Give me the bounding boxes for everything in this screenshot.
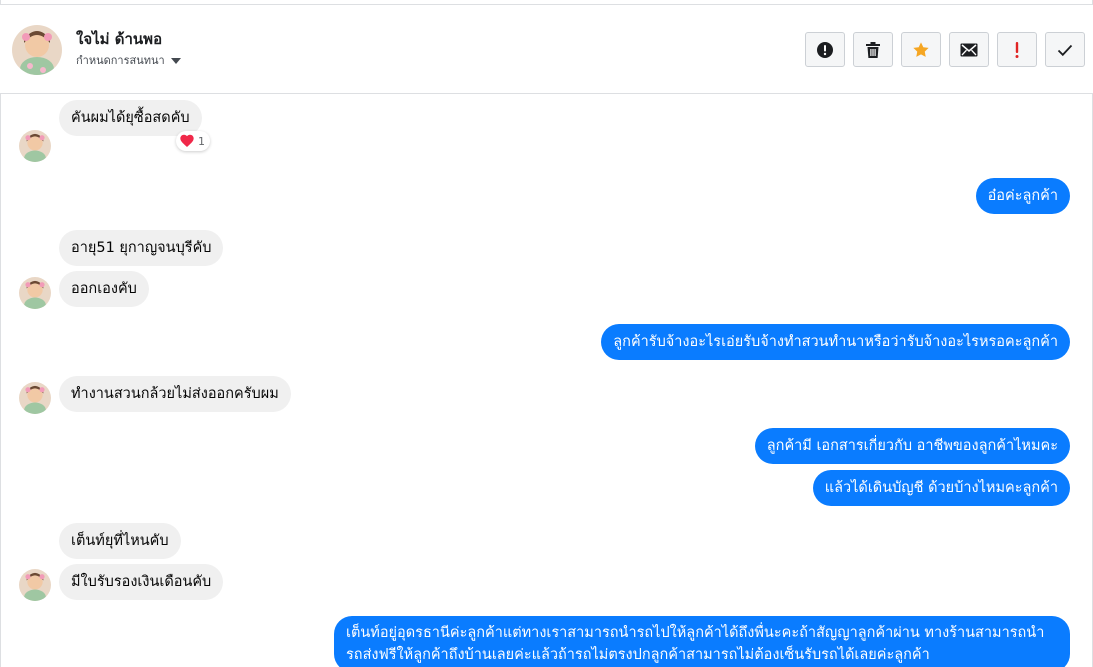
incoming-message[interactable]: เต็นท์ยุที่ไหนคับ: [59, 523, 181, 559]
message-text: คันผมได้ยุซื้อสดคับ: [71, 110, 190, 126]
message-text: มีใบรับรองเงินเดือนคับ: [71, 574, 212, 590]
outgoing-message[interactable]: แล้วได้เดินบัญชี ด้วยบ้างไหมคะลูกค้า: [812, 470, 1070, 506]
customer-avatar[interactable]: [19, 382, 51, 414]
outgoing-message[interactable]: เต็นท์อยู่อุดรธานีค่ะลูกค้าแต่ทางเราสามา…: [334, 616, 1070, 667]
message-text: เต็นท์ยุที่ไหนคับ: [71, 533, 169, 549]
star-button[interactable]: [901, 32, 941, 67]
contact-avatar[interactable]: [12, 25, 62, 75]
reaction-count: 1: [198, 134, 205, 148]
conversation-header: ใจไม่ ด้านพอ กำหนดการสนทนา: [0, 5, 1093, 94]
outgoing-message[interactable]: ลูกค้ามี เอกสารเกี่ยวกับ อาชีพของลูกค้าไ…: [754, 428, 1070, 464]
outgoing-message[interactable]: อ๋อค่ะลูกค้า: [975, 178, 1070, 214]
message-text: อ๋อค่ะลูกค้า: [987, 188, 1058, 204]
mark-done-button[interactable]: [1045, 32, 1085, 67]
message-reaction[interactable]: 1: [176, 131, 210, 151]
alert-circle-icon: [817, 41, 833, 58]
caret-down-icon: [170, 57, 181, 64]
incoming-message[interactable]: ทำงานสวนกล้วยไม่ส่งออกครับผม: [59, 376, 291, 412]
incoming-message[interactable]: มีใบรับรองเงินเดือนคับ: [59, 564, 224, 600]
follow-up-button[interactable]: [997, 32, 1037, 67]
trash-icon: [866, 41, 880, 58]
message-text: อายุ51 ยุกาญจนบุรีคับ: [71, 240, 212, 256]
outgoing-message[interactable]: ลูกค้ารับจ้างอะไรเอ่ยรับจ้างทำสวนทำนาหรื…: [601, 324, 1070, 360]
header-actions: [805, 32, 1085, 67]
incoming-message[interactable]: อายุ51 ยุกาญจนบุรีคับ: [59, 230, 224, 266]
incoming-message[interactable]: ออกเองคับ: [59, 271, 149, 307]
exclamation-icon: [1015, 41, 1019, 58]
assign-conversation-dropdown[interactable]: กำหนดการสนทนา: [76, 51, 181, 69]
message-text: ลูกค้ารับจ้างอะไรเอ่ยรับจ้างทำสวนทำนาหรื…: [613, 334, 1058, 350]
assign-label: กำหนดการสนทนา: [76, 54, 165, 67]
customer-avatar[interactable]: [19, 130, 51, 162]
customer-avatar[interactable]: [19, 277, 51, 309]
customer-avatar[interactable]: [19, 569, 51, 601]
message-text: เต็นท์อยู่อุดรธานีค่ะลูกค้าแต่ทางเราสามา…: [346, 625, 1045, 663]
message-text: ออกเองคับ: [71, 281, 137, 297]
report-spam-button[interactable]: [805, 32, 845, 67]
delete-button[interactable]: [853, 32, 893, 67]
message-text: แล้วได้เดินบัญชี ด้วยบ้างไหมคะลูกค้า: [824, 480, 1058, 496]
heart-icon: [180, 134, 194, 147]
envelope-icon: [960, 43, 978, 56]
contact-name[interactable]: ใจไม่ ด้านพอ: [76, 27, 162, 51]
checkmark-icon: [1057, 44, 1073, 56]
star-icon: [913, 41, 929, 57]
message-thread[interactable]: คันผมได้ยุซื้อสดคับ 1 อ๋อค่ะลูกค้า อายุ5…: [0, 95, 1093, 667]
message-text: ทำงานสวนกล้วยไม่ส่งออกครับผม: [71, 386, 279, 402]
incoming-message[interactable]: คันผมได้ยุซื้อสดคับ: [59, 100, 202, 136]
mark-unread-button[interactable]: [949, 32, 989, 67]
message-text: ลูกค้ามี เอกสารเกี่ยวกับ อาชีพของลูกค้าไ…: [766, 438, 1058, 454]
